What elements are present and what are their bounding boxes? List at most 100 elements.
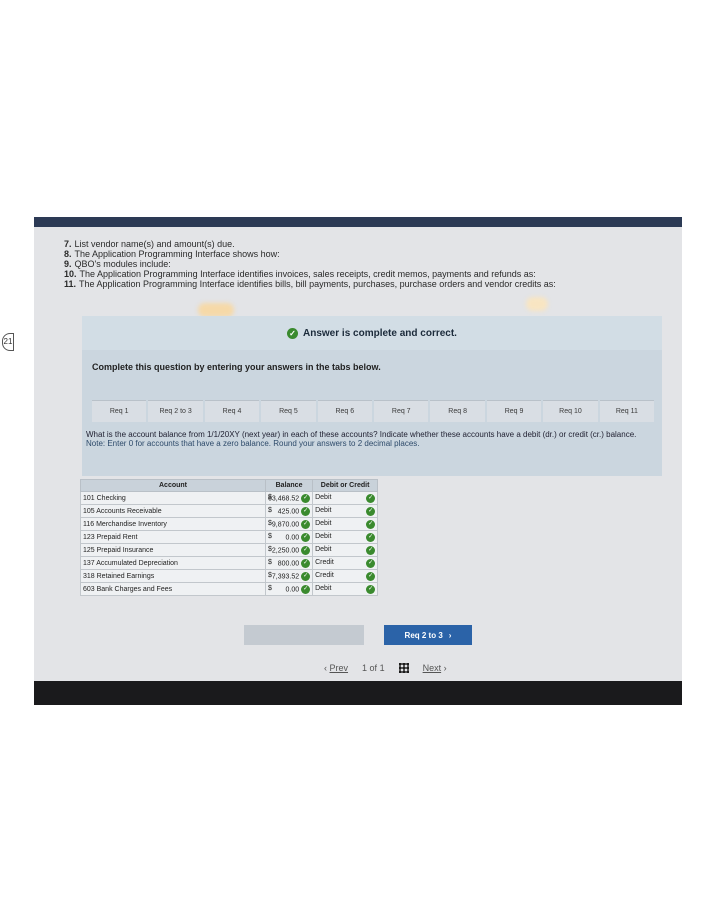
check-icon: ✓ [301, 571, 311, 581]
check-icon: ✓ [366, 545, 376, 555]
instruction-text: Complete this question by entering your … [92, 362, 381, 372]
question-item: 10. The Application Programming Interface… [64, 269, 674, 279]
debit-credit-value: Credit [315, 558, 334, 566]
tab-req-9[interactable]: Req 9 [486, 400, 542, 422]
tab-req-2-to-3[interactable]: Req 2 to 3 [148, 400, 203, 422]
currency-symbol: $ [268, 558, 272, 566]
question-prompt: What is the account balance from 1/1/20X… [86, 430, 658, 448]
tab-req-7[interactable]: Req 7 [374, 400, 429, 422]
question-number: 8. [64, 249, 72, 259]
balance-value: 800.00 [277, 559, 300, 567]
table-row: 603 Bank Charges and Fees $0.00 ✓ Debit … [80, 582, 379, 596]
currency-symbol: $ [268, 545, 272, 553]
debit-credit-select[interactable]: Debit ✓ [312, 530, 379, 544]
table-header-row: Account Balance Debit or Credit [80, 479, 379, 492]
next-label: Next [422, 663, 442, 673]
question-list: 7. List vendor name(s) and amount(s) due.… [64, 239, 674, 289]
balance-value: 9,870.00 [271, 520, 300, 528]
tab-req-4[interactable]: Req 4 [204, 400, 260, 422]
question-note: Note: Enter 0 for accounts that have a z… [86, 439, 420, 448]
next-tab-label: Req 2 to 3 [404, 630, 443, 640]
debit-credit-select[interactable]: Debit ✓ [312, 582, 379, 596]
table-row: 105 Accounts Receivable $425.00 ✓ Debit … [80, 504, 379, 518]
header-account: Account [80, 479, 266, 492]
balance-input[interactable]: $63,468.52 ✓ [264, 491, 314, 505]
balance-value: 0.00 [285, 585, 300, 593]
debit-credit-value: Debit [315, 545, 332, 553]
redaction-blur [198, 303, 234, 317]
check-icon: ✓ [366, 519, 376, 529]
question-number: 11. [64, 279, 77, 289]
balance-input[interactable]: $7,393.52 ✓ [264, 569, 314, 583]
check-icon: ✓ [301, 584, 311, 594]
tab-req-5[interactable]: Req 5 [261, 400, 316, 422]
account-name: 137 Accumulated Depreciation [80, 556, 266, 570]
check-icon: ✓ [301, 519, 311, 529]
banner-text: Answer is complete and correct. [303, 327, 457, 339]
balance-input[interactable]: $800.00 ✓ [264, 556, 314, 570]
question-text: The Application Programming Interface id… [79, 279, 556, 289]
question-number: 9. [64, 259, 72, 269]
table-row: 137 Accumulated Depreciation $800.00 ✓ C… [80, 556, 379, 570]
page-of: of [369, 663, 378, 673]
question-text: The Application Programming Interface id… [79, 269, 536, 279]
debit-credit-value: Debit [315, 532, 332, 540]
currency-symbol: $ [268, 532, 272, 540]
question-item: 7. List vendor name(s) and amount(s) due. [64, 239, 674, 249]
question-number: 10. [64, 269, 77, 279]
balance-input[interactable]: $0.00 ✓ [264, 530, 314, 544]
photo-frame: 7. List vendor name(s) and amount(s) due.… [34, 217, 682, 705]
prev-page-button[interactable]: ‹ Prev [324, 663, 348, 673]
check-icon: ✓ [301, 506, 311, 516]
redaction-blur [526, 297, 548, 311]
side-mark: 21 [2, 333, 14, 351]
question-text: QBO's modules include: [74, 259, 171, 269]
check-icon: ✓ [301, 493, 311, 503]
next-page-button[interactable]: Next › [423, 663, 447, 673]
balance-input[interactable]: $2,250.00 ✓ [264, 543, 314, 557]
currency-symbol: $ [268, 506, 272, 514]
check-icon: ✓ [366, 571, 376, 581]
next-tab-button[interactable]: Req 2 to 3 › [384, 625, 472, 645]
debit-credit-select[interactable]: Debit ✓ [312, 491, 379, 505]
debit-credit-select[interactable]: Debit ✓ [312, 543, 379, 557]
balance-input[interactable]: $0.00 ✓ [264, 582, 314, 596]
question-item: 9. QBO's modules include: [64, 259, 674, 269]
balance-input[interactable]: $425.00 ✓ [264, 504, 314, 518]
debit-credit-value: Debit [315, 519, 332, 527]
question-panel: ✓ Answer is complete and correct. Comple… [82, 316, 662, 476]
monitor-top-edge [34, 217, 682, 227]
check-icon: ✓ [301, 558, 311, 568]
question-text: List vendor name(s) and amount(s) due. [74, 239, 235, 249]
currency-symbol: $ [268, 584, 272, 592]
balance-value: 7,393.52 [271, 572, 300, 580]
debit-credit-value: Debit [315, 493, 332, 501]
debit-credit-select[interactable]: Debit ✓ [312, 517, 379, 531]
req-tabs: Req 1 Req 2 to 3 Req 4 Req 5 Req 6 Req 7… [92, 400, 655, 422]
balance-input[interactable]: $9,870.00 ✓ [264, 517, 314, 531]
debit-credit-select[interactable]: Credit ✓ [312, 556, 379, 570]
previous-tab-button[interactable] [244, 625, 364, 645]
account-name: 101 Checking [80, 491, 266, 505]
balance-value: 425.00 [277, 507, 300, 515]
question-text: The Application Programming Interface sh… [74, 249, 280, 259]
tab-req-10[interactable]: Req 10 [543, 400, 598, 422]
question-item: 8. The Application Programming Interface … [64, 249, 674, 259]
tab-req-6[interactable]: Req 6 [317, 400, 373, 422]
debit-credit-select[interactable]: Debit ✓ [312, 504, 379, 518]
debit-credit-select[interactable]: Credit ✓ [312, 569, 379, 583]
pager: ‹ Prev 1 of 1 Next › [324, 663, 447, 673]
tab-req-8[interactable]: Req 8 [430, 400, 485, 422]
tab-req-1[interactable]: Req 1 [92, 400, 147, 422]
question-body: What is the account balance from 1/1/20X… [86, 430, 637, 439]
currency-symbol: $ [268, 519, 272, 527]
table-row: 125 Prepaid Insurance $2,250.00 ✓ Debit … [80, 543, 379, 557]
question-number: 7. [64, 239, 72, 249]
table-row: 123 Prepaid Rent $0.00 ✓ Debit ✓ [80, 530, 379, 544]
balance-value: 63,468.52 [268, 494, 300, 502]
table-row: 318 Retained Earnings $7,393.52 ✓ Credit… [80, 569, 379, 583]
tab-req-11[interactable]: Req 11 [599, 400, 655, 422]
grid-icon[interactable] [398, 663, 409, 673]
currency-symbol: $ [268, 571, 272, 579]
account-name: 105 Accounts Receivable [80, 504, 266, 518]
